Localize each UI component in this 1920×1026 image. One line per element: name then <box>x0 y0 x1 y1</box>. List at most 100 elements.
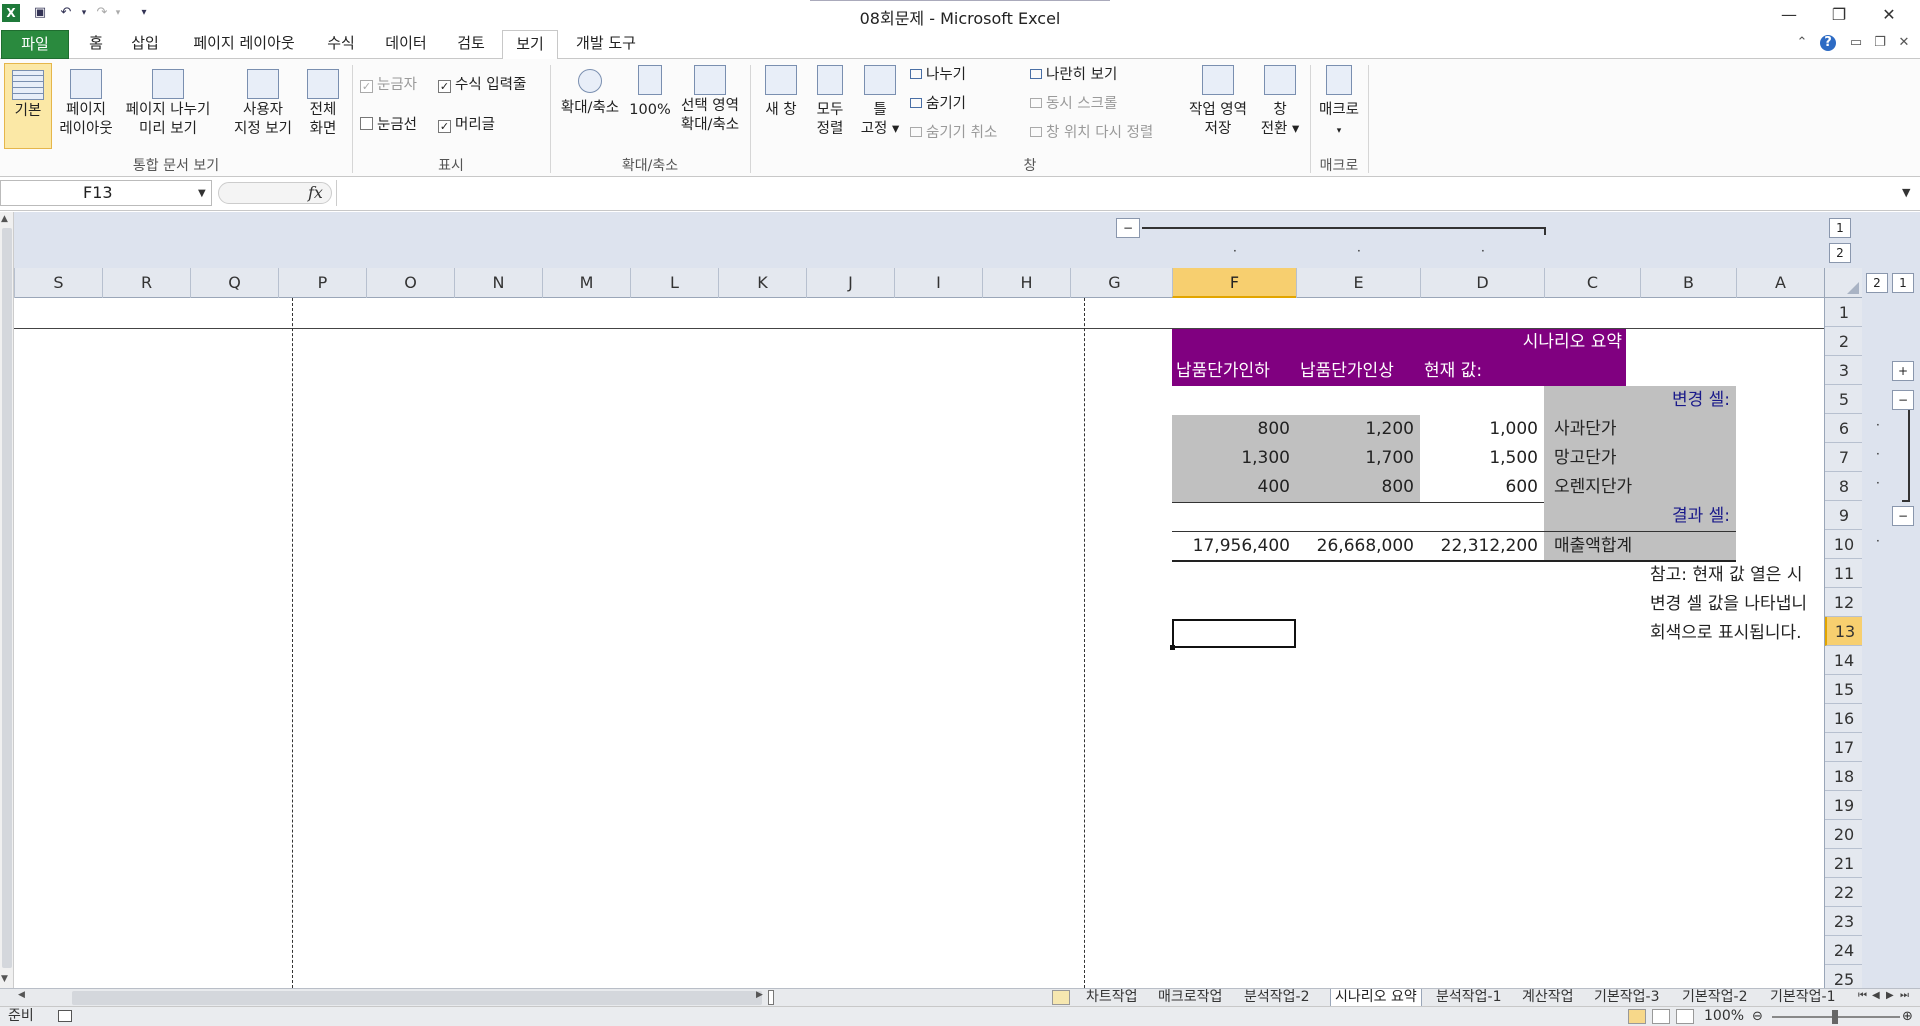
row-header[interactable]: 21 <box>1825 849 1863 878</box>
tab-split-handle[interactable] <box>768 990 774 1005</box>
worksheet-grid[interactable]: 시나리오 요약 납품단가인하 납품단가인상 현재 값: 변경 셀: 800 1,… <box>14 298 1824 988</box>
page-layout-view-button[interactable]: 페이지 레이아웃 <box>54 69 118 155</box>
tab-home[interactable]: 홈 <box>78 30 114 59</box>
name-box-dropdown-icon[interactable]: ▼ <box>198 188 206 199</box>
col-header-c[interactable]: C <box>1544 268 1640 298</box>
col-header-r[interactable]: R <box>102 268 190 298</box>
tab-data[interactable]: 데이터 <box>372 30 440 59</box>
sheet-tab[interactable]: 기본작업-1 <box>1770 989 1856 1007</box>
col-header-b[interactable]: B <box>1640 268 1736 298</box>
row-header[interactable]: 3 <box>1825 356 1863 385</box>
doc-restore-icon[interactable]: ❐ <box>1872 35 1888 51</box>
col-header-l[interactable]: L <box>630 268 718 298</box>
tab-view[interactable]: 보기 <box>502 30 558 60</box>
hide-button[interactable]: 숨기기 <box>910 94 966 114</box>
collapse-columns-button[interactable]: − <box>1116 218 1140 238</box>
name-box[interactable]: F13 <box>0 180 212 206</box>
sheet-tab[interactable]: 분석작업-2 <box>1244 989 1309 1007</box>
col-header-n[interactable]: N <box>454 268 542 298</box>
col-header-o[interactable]: O <box>366 268 454 298</box>
col-header-e[interactable]: E <box>1296 268 1420 298</box>
macro-record-icon[interactable] <box>58 1010 72 1022</box>
active-cell-f13[interactable] <box>1172 619 1296 648</box>
zoom-selection-button[interactable]: 선택 영역 확대/축소 <box>674 65 746 151</box>
row-header[interactable]: 5 <box>1825 385 1863 414</box>
switch-windows-button[interactable]: 창 전환 ▾ <box>1254 65 1306 151</box>
horizontal-scrollbar[interactable] <box>72 991 762 1005</box>
zoom-level[interactable]: 100% <box>1704 1007 1744 1026</box>
macros-button[interactable]: 매크로 ▾ <box>1314 65 1364 151</box>
col-header-s[interactable]: S <box>14 268 102 298</box>
tab-nav-first-icon[interactable]: ⏮ <box>1858 990 1867 1001</box>
collapse-row-group-button[interactable]: − <box>1892 390 1914 410</box>
tab-developer[interactable]: 개발 도구 <box>566 30 646 59</box>
page-break-preview-button[interactable]: 페이지 나누기 미리 보기 <box>118 69 218 155</box>
tab-formulas[interactable]: 수식 <box>318 30 364 59</box>
arrange-all-button[interactable]: 모두 정렬 <box>808 65 852 151</box>
doc-close-icon[interactable]: ✕ <box>1896 35 1912 51</box>
row-header[interactable]: 1 <box>1825 298 1863 327</box>
vertical-scrollbar[interactable]: ▲ ▼ <box>0 212 14 988</box>
row-header[interactable]: 24 <box>1825 936 1863 965</box>
tab-review[interactable]: 검토 <box>446 30 496 59</box>
col-header-k[interactable]: K <box>718 268 806 298</box>
gridlines-checkbox[interactable]: 눈금선 <box>360 115 417 135</box>
col-header-j[interactable]: J <box>806 268 894 298</box>
column-level-1-button[interactable]: 1 <box>1829 218 1851 238</box>
col-header-f[interactable]: F <box>1172 268 1296 298</box>
tab-insert[interactable]: 삽입 <box>122 30 168 59</box>
expand-row-group-button[interactable]: + <box>1892 361 1914 381</box>
tab-nav-prev-icon[interactable]: ◀ <box>1872 990 1880 1001</box>
scroll-up-icon[interactable]: ▲ <box>1 214 8 224</box>
row-level-1-button[interactable]: 1 <box>1892 273 1914 293</box>
reset-position-button[interactable]: 창 위치 다시 정렬 <box>1030 123 1153 143</box>
col-header-p[interactable]: P <box>278 268 366 298</box>
formula-bar-checkbox[interactable]: ✓ 수식 입력줄 <box>438 75 526 95</box>
sheet-tab[interactable]: 매크로작업 <box>1158 989 1222 1007</box>
collapse-row-group-button[interactable]: − <box>1892 506 1914 526</box>
minimize-icon[interactable]: — <box>1766 0 1812 30</box>
row-header[interactable]: 22 <box>1825 878 1863 907</box>
zoom-button[interactable]: 확대/축소 <box>554 65 626 151</box>
tab-file[interactable]: 파일 <box>1 30 69 59</box>
sheet-tab[interactable]: 기본작업-2 <box>1682 989 1747 1007</box>
zoom-in-icon[interactable]: ⊕ <box>1902 1007 1913 1026</box>
row-header[interactable]: 12 <box>1825 588 1863 617</box>
scroll-down-icon[interactable]: ▼ <box>1 974 8 984</box>
tab-page-layout[interactable]: 페이지 레이아웃 <box>178 30 310 59</box>
col-header-q[interactable]: Q <box>190 268 278 298</box>
insert-worksheet-icon[interactable] <box>1052 990 1070 1005</box>
split-button[interactable]: 나누기 <box>910 65 966 85</box>
sheet-tab[interactable]: 차트작업 <box>1086 989 1138 1007</box>
headings-checkbox[interactable]: ✓ 머리글 <box>438 115 495 135</box>
sheet-tab[interactable]: 기본작업-3 <box>1594 989 1659 1007</box>
restore-icon[interactable]: ❐ <box>1816 0 1862 30</box>
row-header[interactable]: 10 <box>1825 530 1863 559</box>
tab-nav-next-icon[interactable]: ▶ <box>1886 990 1894 1001</box>
new-window-button[interactable]: 새 창 <box>756 65 806 151</box>
row-header[interactable]: 17 <box>1825 733 1863 762</box>
row-header-selected[interactable]: 13 <box>1825 617 1863 646</box>
normal-view-button[interactable]: 기본 <box>4 63 52 149</box>
page-layout-status-icon[interactable] <box>1652 1009 1670 1024</box>
sheet-tab[interactable]: 분석작업-1 <box>1436 989 1501 1007</box>
custom-views-button[interactable]: 사용자 지정 보기 <box>224 69 302 155</box>
zoom-100-button[interactable]: 100% <box>628 65 672 151</box>
freeze-panes-button[interactable]: 틀 고정 ▾ <box>854 65 906 151</box>
row-header[interactable]: 18 <box>1825 762 1863 791</box>
col-header-h[interactable]: H <box>982 268 1070 298</box>
row-header[interactable]: 6 <box>1825 414 1863 443</box>
col-header-m[interactable]: M <box>542 268 630 298</box>
sheet-tab[interactable]: 계산작업 <box>1522 989 1574 1007</box>
scroll-thumb[interactable] <box>2 228 12 968</box>
row-header[interactable]: 8 <box>1825 472 1863 501</box>
row-header[interactable]: 7 <box>1825 443 1863 472</box>
row-header[interactable]: 14 <box>1825 646 1863 675</box>
hscroll-right-icon[interactable]: ▶ <box>756 990 763 1000</box>
formula-input[interactable] <box>336 180 1901 206</box>
row-header[interactable]: 16 <box>1825 704 1863 733</box>
row-header[interactable]: 9 <box>1825 501 1863 530</box>
row-header[interactable]: 20 <box>1825 820 1863 849</box>
save-workspace-button[interactable]: 작업 영역 저장 <box>1182 65 1254 151</box>
page-break-status-icon[interactable] <box>1676 1009 1694 1024</box>
